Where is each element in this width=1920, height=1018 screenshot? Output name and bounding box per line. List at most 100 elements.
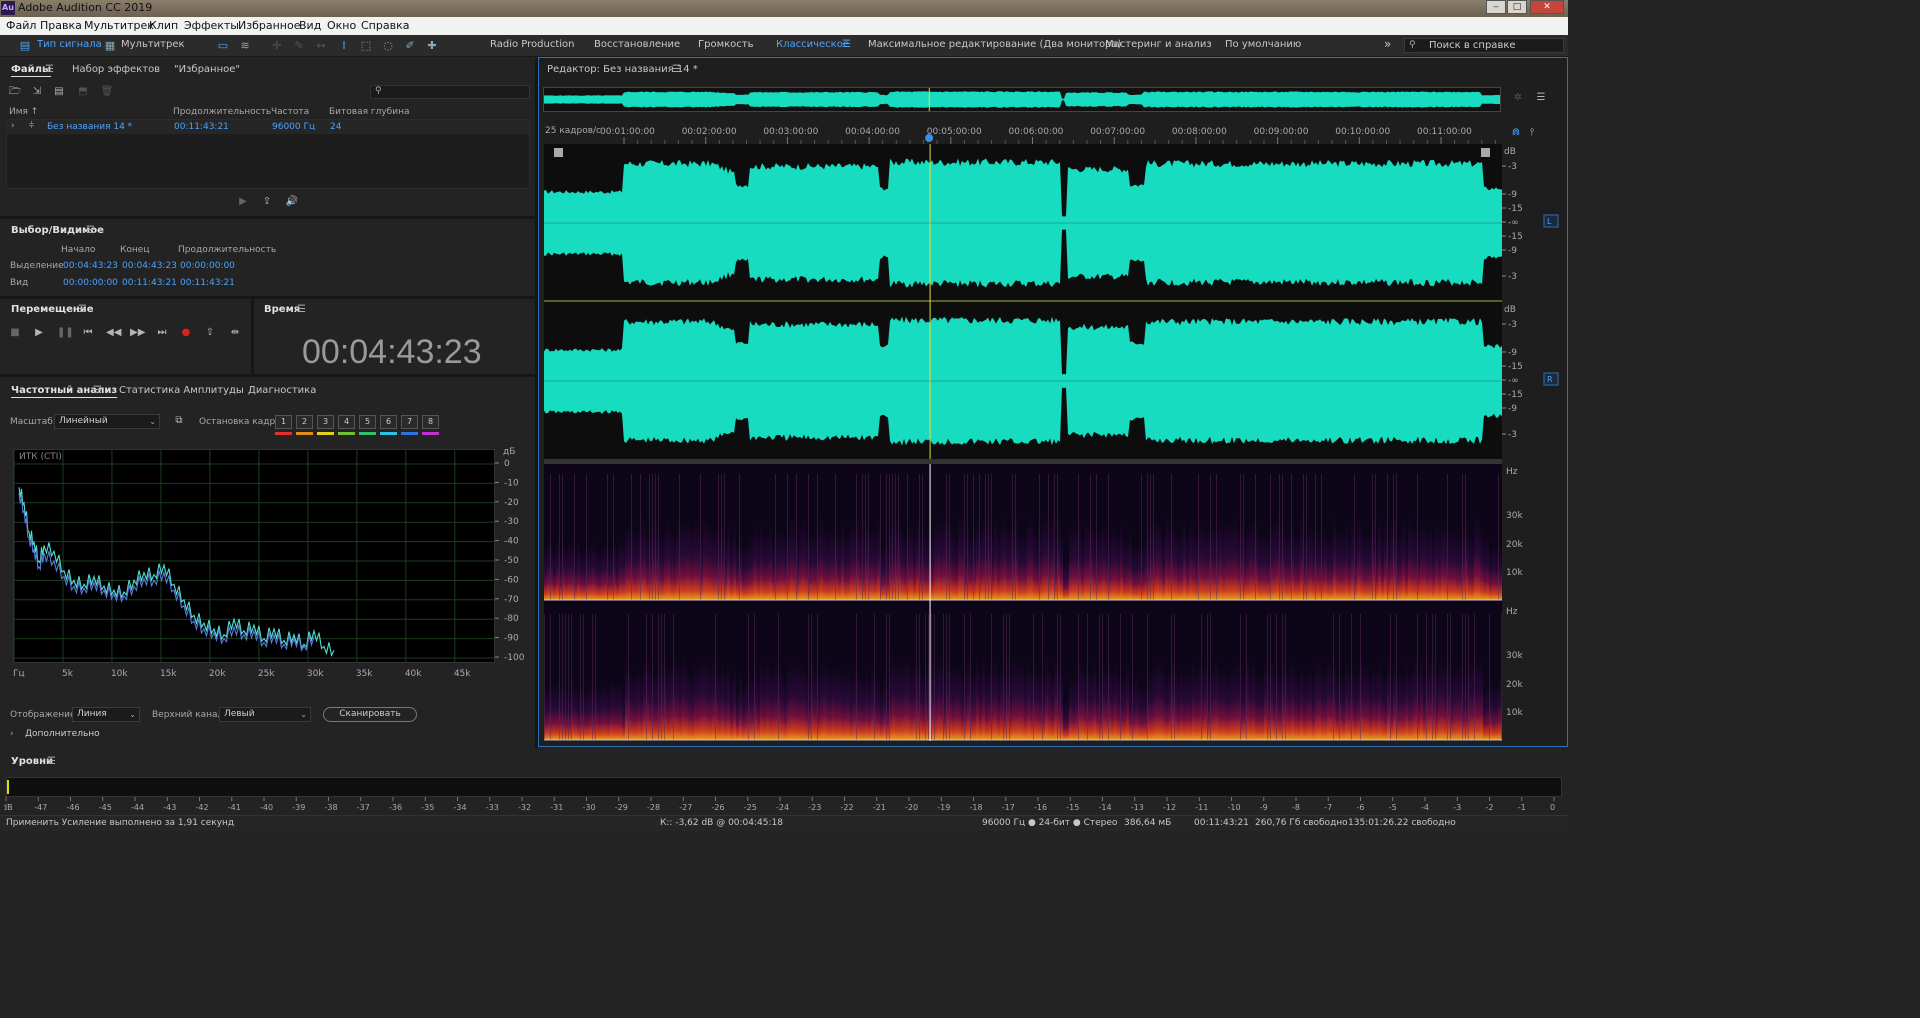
tab-effects-rack[interactable]: Набор эффектов [72, 64, 160, 75]
column-duration[interactable]: Продолжительность [173, 107, 271, 117]
export-icon[interactable]: ⇪ [260, 195, 274, 209]
close-button[interactable]: ✕ [1530, 0, 1564, 14]
snap-icon[interactable]: ⋒ [1509, 126, 1523, 140]
workspace-max-edit[interactable]: Максимальное редактирование (Два монитор… [868, 39, 1121, 50]
workspace-restoration[interactable]: Восстановление [594, 39, 680, 50]
maximize-button[interactable]: □ [1507, 0, 1527, 14]
record-icon[interactable]: ● [179, 326, 193, 340]
minimize-button[interactable]: ‒ [1486, 0, 1506, 14]
copy-graph-icon[interactable]: ⧉ [172, 414, 186, 428]
timeline-ruler[interactable]: 00:01:00:00 00:02:00:00 00:03:00:00 00:04:0… [543, 124, 1503, 144]
menu-help[interactable]: Справка [361, 19, 409, 32]
waveform-display[interactable] [544, 144, 1502, 460]
column-name[interactable]: Имя ↑ [9, 107, 38, 117]
tab-favorites[interactable]: "Избранное" [174, 64, 240, 75]
overview-bar[interactable] [543, 87, 1501, 112]
workspace-mastering[interactable]: Мастеринг и анализ [1105, 39, 1212, 50]
menu-clip[interactable]: Клип [149, 19, 178, 32]
brush-tool-icon[interactable]: ✐ [403, 39, 417, 53]
zoom-settings-icon[interactable]: ✲ [1511, 91, 1525, 105]
skip-to-start-icon[interactable]: ⏮ [81, 326, 95, 340]
editor-menu-icon[interactable]: ☰ [672, 64, 681, 75]
table-row[interactable]: › ⫩ Без названия 14 * 00:11:43:21 96000 … [7, 120, 529, 134]
view-duration[interactable]: 00:11:43:21 [180, 278, 235, 288]
scan-button[interactable]: Сканировать [323, 707, 417, 722]
freeze-frame-5[interactable]: 5 [359, 415, 376, 429]
delete-icon[interactable]: 🗑 [100, 85, 114, 99]
menu-favorites[interactable]: Избранное [238, 19, 300, 32]
import-file-icon[interactable]: ⇲ [30, 85, 44, 99]
time-panel-menu-icon[interactable]: ☰ [297, 304, 306, 315]
tab-diagnostics[interactable]: Диагностика [248, 385, 316, 396]
levels-panel-menu-icon[interactable]: ☰ [47, 756, 56, 767]
menu-view[interactable]: Вид [299, 19, 321, 32]
spot-healing-tool-icon[interactable]: ✚ [425, 39, 439, 53]
freeze-frame-6[interactable]: 6 [380, 415, 397, 429]
marker-icon[interactable]: ⫯ [1525, 126, 1539, 140]
freeze-frame-2[interactable]: 2 [296, 415, 313, 429]
menu-effects[interactable]: Эффекты [184, 19, 239, 32]
channel-select[interactable]: Левый ⌄ [219, 707, 311, 722]
play-preview-icon[interactable]: ▶ [236, 195, 250, 209]
help-search-placeholder[interactable]: Поиск в справке [1429, 40, 1516, 51]
freeze-frame-1[interactable]: 1 [275, 415, 292, 429]
marquee-tool-icon[interactable]: ⬚ [359, 39, 373, 53]
fade-in-handle[interactable] [554, 148, 563, 157]
selection-end[interactable]: 00:04:43:23 [122, 261, 177, 271]
fast-forward-icon[interactable]: ▶▶ [130, 326, 145, 340]
selection-panel-menu-icon[interactable]: ☰ [86, 225, 95, 236]
menu-file[interactable]: Файл [6, 19, 36, 32]
move-tool-icon[interactable]: ✛ [270, 39, 284, 53]
spectral-view-icon[interactable]: ≋ [238, 39, 252, 53]
pause-icon[interactable]: ❚❚ [57, 326, 74, 340]
freeze-frame-7[interactable]: 7 [401, 415, 418, 429]
auto-play-icon[interactable]: 🔊 [285, 195, 299, 209]
workspace-radio-production[interactable]: Radio Production [490, 39, 574, 50]
multitrack-mode-button[interactable]: Мультитрек [121, 39, 185, 50]
column-rate[interactable]: Частота [271, 107, 309, 117]
waveform-mode-button[interactable]: Тип сигнала [37, 39, 102, 50]
files-search-input[interactable]: ⚲ [370, 85, 530, 99]
skip-to-end-icon[interactable]: ⏭ [155, 326, 169, 340]
skip-selection-icon[interactable]: ⇹ [228, 326, 242, 340]
column-depth[interactable]: Битовая глубина [329, 107, 409, 117]
view-start[interactable]: 00:00:00:00 [63, 278, 118, 288]
analysis-menu-icon[interactable]: ☰ [93, 385, 102, 396]
editor-options-icon[interactable]: ☰ [1534, 91, 1548, 105]
selection-start[interactable]: 00:04:43:23 [63, 261, 118, 271]
insert-icon[interactable]: ⬒ [76, 85, 90, 99]
scale-select[interactable]: Линейный ⌄ [54, 414, 160, 429]
advanced-toggle[interactable]: Дополнительно [25, 729, 100, 739]
spectral-display[interactable] [544, 464, 1504, 741]
workspace-classic[interactable]: Классическое [776, 39, 849, 50]
menu-multitrack[interactable]: Мультитрек [84, 19, 154, 32]
freeze-frame-4[interactable]: 4 [338, 415, 355, 429]
workspace-menu-icon[interactable]: ☰ [842, 39, 851, 50]
freeze-frame-8[interactable]: 8 [422, 415, 439, 429]
workspace-default[interactable]: По умолчанию [1225, 39, 1301, 50]
expand-chevron-icon[interactable]: › [10, 729, 14, 739]
transport-panel-menu-icon[interactable]: ☰ [78, 304, 87, 315]
tab-amplitude-statistics[interactable]: Статистика Амплитуды [119, 385, 244, 396]
razor-tool-icon[interactable]: ✎ [292, 39, 306, 53]
view-end[interactable]: 00:11:43:21 [122, 278, 177, 288]
waveform-view-icon[interactable]: ▭ [216, 39, 230, 53]
stop-icon[interactable]: ■ [8, 326, 22, 340]
loop-icon[interactable]: ⇪ [203, 326, 217, 340]
lasso-tool-icon[interactable]: ◌ [381, 39, 395, 53]
display-select[interactable]: Линия ⌄ [72, 707, 140, 722]
workspace-loudness[interactable]: Громкость [698, 39, 753, 50]
selection-duration[interactable]: 00:00:00:00 [180, 261, 235, 271]
expand-chevron-icon[interactable]: › [11, 121, 15, 131]
menu-edit[interactable]: Правка [40, 19, 82, 32]
open-file-icon[interactable]: 🗁 [8, 85, 22, 99]
play-icon[interactable]: ▶ [32, 326, 46, 340]
rewind-icon[interactable]: ◀◀ [106, 326, 121, 340]
workspace-overflow-button[interactable]: » [1384, 37, 1391, 51]
time-selection-tool-icon[interactable]: I [337, 39, 351, 53]
fade-out-handle[interactable] [1481, 148, 1490, 157]
slip-tool-icon[interactable]: ↔ [314, 39, 328, 53]
files-panel-menu-icon[interactable]: ☰ [45, 64, 54, 75]
menu-window[interactable]: Окно [327, 19, 356, 32]
freeze-frame-3[interactable]: 3 [317, 415, 334, 429]
